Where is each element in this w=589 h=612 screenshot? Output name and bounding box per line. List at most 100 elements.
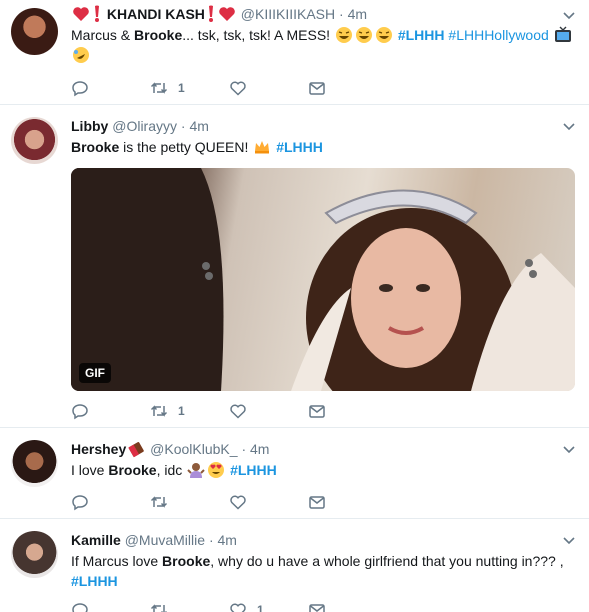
highlight-term: Brooke: [108, 462, 157, 478]
tweet-header: KHANDI KASH @KIIIKIIIKASH · 4m: [71, 5, 575, 23]
direct-message-button[interactable]: [308, 79, 387, 97]
tweet-text: If Marcus love Brooke, why do u have a w…: [71, 551, 575, 591]
chevron-down-icon[interactable]: [563, 446, 575, 454]
handle[interactable]: @KIIIKIIIKASH: [241, 6, 335, 22]
reply-icon: [72, 495, 88, 511]
heart-emoji-icon: [72, 5, 90, 23]
like-button[interactable]: [229, 79, 308, 97]
reply-button[interactable]: [71, 79, 150, 97]
tweet-text: I love Brooke, idc #LHHH: [71, 460, 575, 480]
tweet-text: Marcus & Brooke... tsk, tsk, tsk! A MESS…: [71, 25, 575, 65]
reply-icon: [72, 404, 88, 420]
tweet[interactable]: Hershey @KoolKlubK_ · 4m I love Brooke, …: [0, 428, 589, 519]
separator: ·: [180, 118, 186, 134]
tweet-header: Kamille @MuvaMillie · 4m: [71, 531, 575, 549]
retweet-count: 1: [178, 404, 185, 418]
handle[interactable]: @KoolKlubK_: [150, 441, 237, 457]
heart-icon: [230, 603, 246, 612]
display-name[interactable]: KHANDI KASH: [107, 6, 205, 22]
reply-button[interactable]: [71, 493, 150, 511]
tweet[interactable]: Libby @Olirayyy · 4m Brooke is the petty…: [0, 105, 589, 428]
retweet-button[interactable]: [150, 493, 229, 511]
highlight-term: Brooke: [71, 139, 120, 155]
timestamp[interactable]: 4m: [218, 532, 237, 548]
laughing-emoji-icon: [355, 26, 373, 44]
heart-icon: [230, 404, 246, 419]
reply-button[interactable]: [71, 601, 150, 612]
chevron-down-icon[interactable]: [563, 12, 575, 20]
tweet[interactable]: Kamille @MuvaMillie · 4m If Marcus love …: [0, 519, 589, 612]
envelope-icon: [309, 405, 325, 418]
heart-emoji-icon: [218, 5, 236, 23]
avatar[interactable]: [11, 8, 58, 55]
heart-icon: [230, 81, 246, 96]
tweet-header: Hershey @KoolKlubK_ · 4m: [71, 440, 575, 458]
avatar[interactable]: [11, 440, 58, 487]
envelope-icon: [309, 496, 325, 509]
exclamation-emoji-icon: [92, 5, 102, 23]
direct-message-button[interactable]: [308, 601, 387, 612]
hashtag-link[interactable]: #LHHH: [276, 139, 323, 155]
hashtag-link[interactable]: #LHHH: [398, 27, 445, 43]
highlight-term: Brooke: [134, 27, 183, 43]
tweet-actions: [71, 492, 387, 512]
timestamp[interactable]: 4m: [189, 118, 208, 134]
gif-image: [71, 168, 575, 391]
gif-media[interactable]: GIF: [71, 168, 575, 391]
envelope-icon: [309, 604, 325, 612]
laughing-emoji-icon: [375, 26, 393, 44]
tv-emoji-icon: [554, 26, 572, 44]
reply-button[interactable]: [71, 402, 150, 420]
highlight-term: Brooke: [162, 553, 211, 569]
retweet-button[interactable]: 1: [150, 79, 229, 97]
handle[interactable]: @Olirayyy: [112, 118, 177, 134]
handle[interactable]: @MuvaMillie: [125, 532, 205, 548]
like-button[interactable]: 1: [229, 601, 308, 612]
retweet-icon: [150, 82, 168, 94]
text-segment: is the petty QUEEN!: [119, 139, 253, 155]
hashtag-link[interactable]: #LHHH: [230, 462, 277, 478]
retweet-button[interactable]: [150, 601, 229, 612]
chocolate-emoji-icon: [127, 440, 145, 458]
avatar[interactable]: [11, 117, 58, 164]
tweet-header: Libby @Olirayyy · 4m: [71, 117, 575, 135]
direct-message-button[interactable]: [308, 402, 387, 420]
text-segment: ... tsk, tsk, tsk! A MESS!: [182, 27, 334, 43]
tweet[interactable]: KHANDI KASH @KIIIKIIIKASH · 4m Marcus & …: [0, 0, 589, 105]
envelope-icon: [309, 82, 325, 95]
text-segment: Marcus &: [71, 27, 135, 43]
tweet-text: Brooke is the petty QUEEN! #LHHH: [71, 137, 575, 157]
retweet-button[interactable]: 1: [150, 402, 229, 420]
hashtag-link[interactable]: #LHHH: [71, 573, 118, 589]
tweet-actions: 1: [71, 401, 387, 421]
hashtag-link[interactable]: #LHHHollywood: [448, 27, 548, 43]
retweet-icon: [150, 496, 168, 508]
text-segment: I love: [71, 462, 109, 478]
gif-badge: GIF: [79, 363, 111, 383]
chevron-down-icon[interactable]: [563, 537, 575, 545]
timestamp[interactable]: 4m: [250, 441, 269, 457]
laughing-emoji-icon: [335, 26, 353, 44]
timestamp[interactable]: 4m: [348, 6, 367, 22]
person-shrugging-emoji-icon: [187, 461, 205, 479]
tweet-actions: 1: [71, 600, 387, 612]
direct-message-button[interactable]: [308, 493, 387, 511]
heart-eyes-emoji-icon: [207, 461, 225, 479]
display-name[interactable]: Hershey: [71, 441, 126, 457]
text-segment: , idc: [156, 462, 187, 478]
like-count: 1: [257, 603, 264, 612]
heart-icon: [230, 495, 246, 510]
like-button[interactable]: [229, 493, 308, 511]
reply-icon: [72, 81, 88, 97]
rofl-emoji-icon: [72, 46, 90, 64]
text-segment: If Marcus love: [71, 553, 163, 569]
crown-emoji-icon: [253, 138, 271, 156]
display-name[interactable]: Kamille: [71, 532, 121, 548]
separator: ·: [208, 532, 214, 548]
like-button[interactable]: [229, 402, 308, 420]
text-segment: , why do u have a whole girlfriend that …: [210, 553, 564, 569]
reply-icon: [72, 603, 88, 612]
chevron-down-icon[interactable]: [563, 123, 575, 131]
avatar[interactable]: [11, 531, 58, 578]
display-name[interactable]: Libby: [71, 118, 108, 134]
